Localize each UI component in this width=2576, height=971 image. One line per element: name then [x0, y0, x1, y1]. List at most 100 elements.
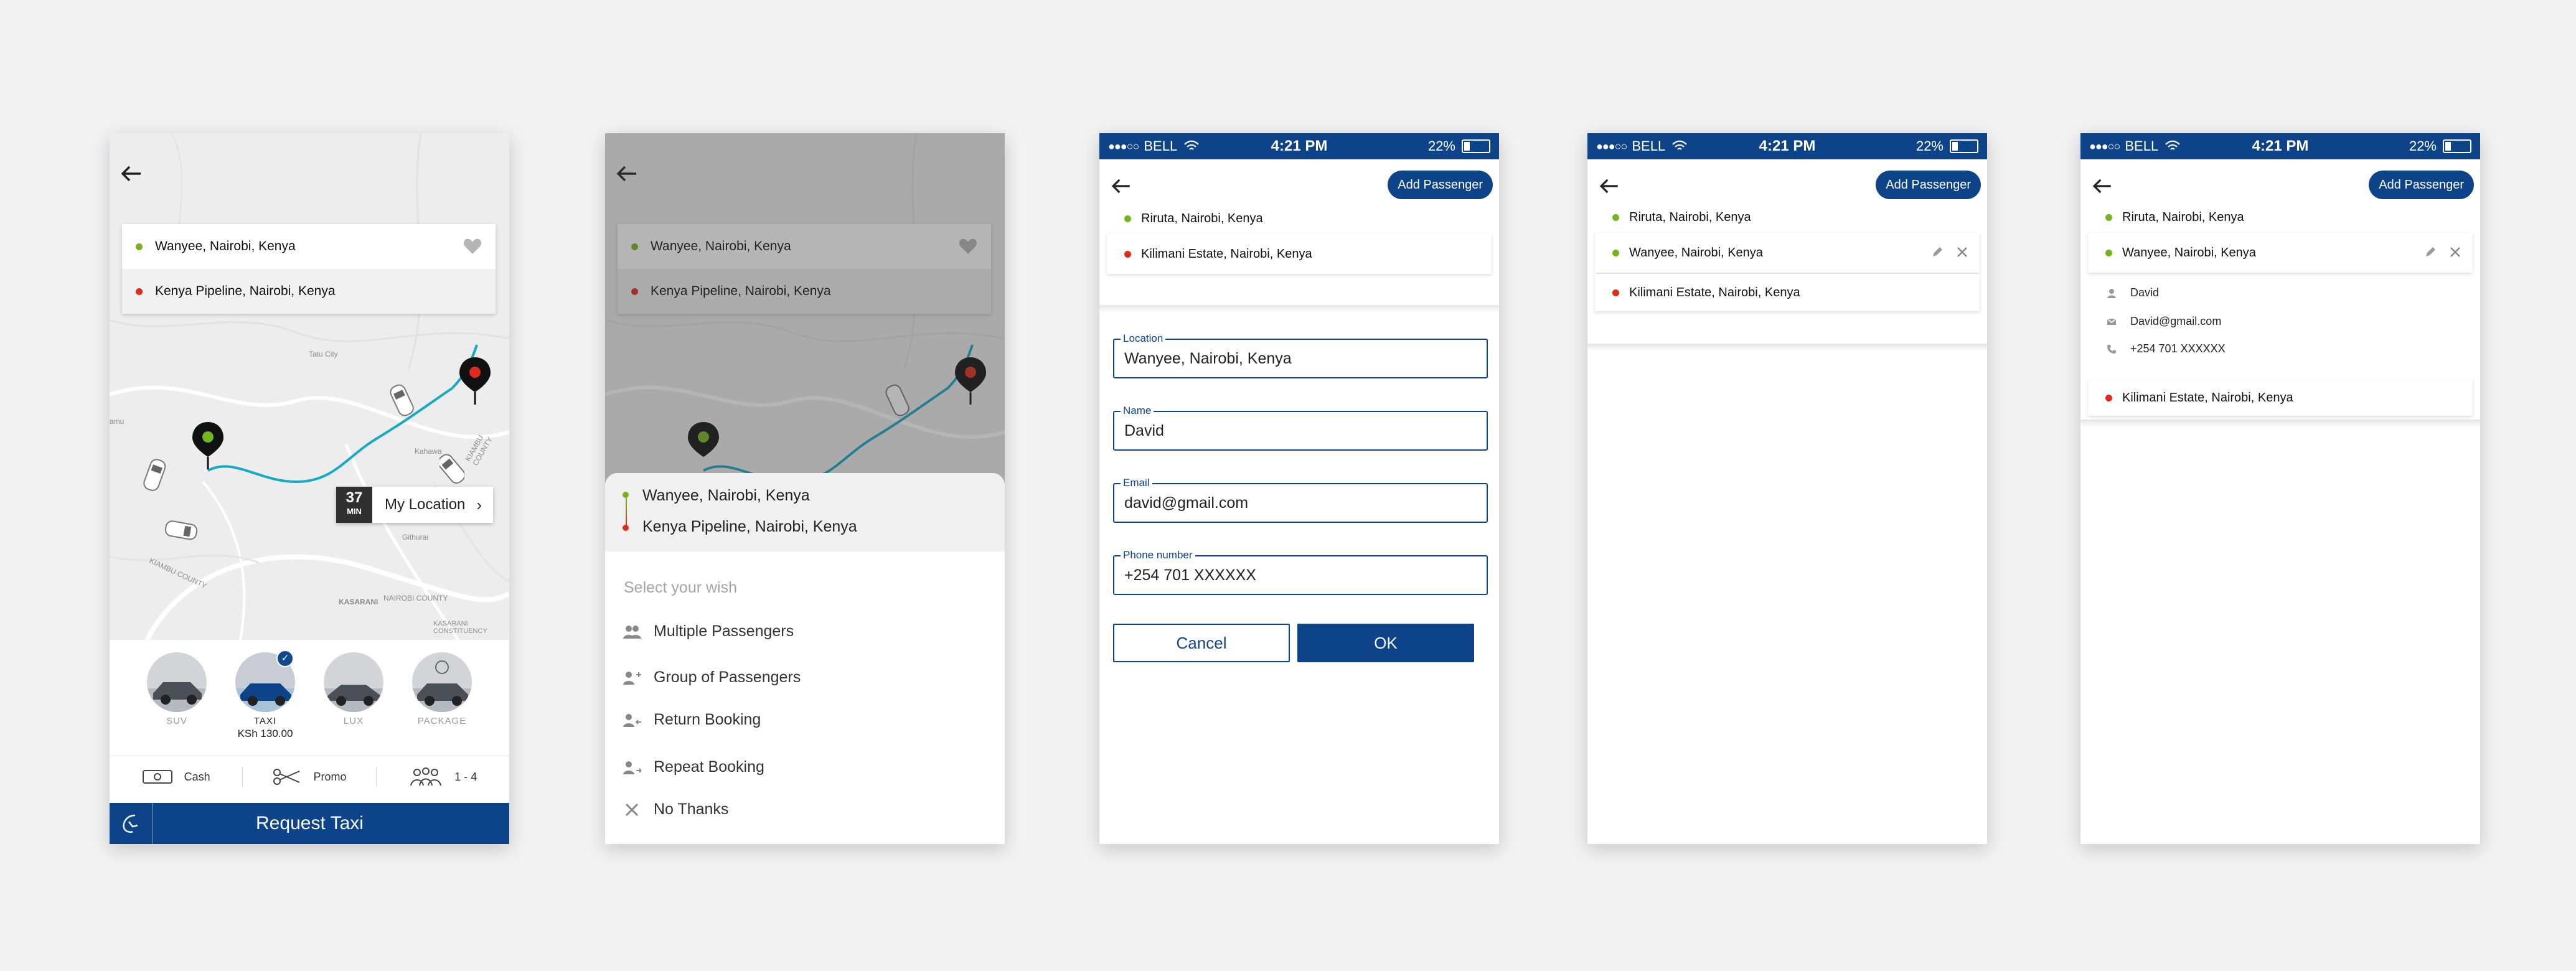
return-booking-icon — [623, 713, 641, 727]
map-label: KASARANI — [339, 598, 378, 606]
close-icon[interactable] — [1956, 243, 1968, 263]
back-arrow-icon[interactable] — [2088, 172, 2117, 200]
cash-icon — [142, 770, 172, 784]
stop-row[interactable]: Wanyee, Nairobi, Kenya — [1595, 233, 1980, 273]
repeat-booking-icon — [623, 761, 641, 774]
pickup-dot-icon — [1124, 215, 1131, 222]
sheet-pickup: Wanyee, Nairobi, Kenya — [642, 487, 810, 504]
field-label: Location — [1121, 332, 1166, 345]
wish-no-thanks[interactable]: No Thanks — [623, 800, 728, 819]
pickup-dot-icon — [1612, 249, 1619, 256]
add-passenger-button[interactable]: Add Passenger — [1876, 171, 1981, 199]
stop-address: Kilimani Estate, Nairobi, Kenya — [1629, 285, 1800, 299]
sheet-dropoff: Kenya Pipeline, Nairobi, Kenya — [642, 518, 857, 535]
ok-button[interactable]: OK — [1297, 624, 1474, 662]
email-input[interactable] — [1123, 490, 1474, 515]
battery-icon — [1462, 139, 1490, 153]
my-location-label: My Location — [385, 496, 466, 513]
wish-multiple-passengers[interactable]: Multiple Passengers — [623, 622, 794, 640]
wish-group-of-passengers[interactable]: Group of Passengers — [623, 668, 801, 687]
add-passenger-button[interactable]: Add Passenger — [1388, 171, 1493, 199]
multiple-passengers-icon — [623, 625, 641, 639]
vehicle-option-package[interactable]: PACKAGE — [411, 652, 473, 726]
status-bar: ●●●○○ BELL 4:21 PM 22% — [1587, 133, 1987, 159]
pickup-dot-icon — [2105, 249, 2112, 256]
back-arrow-icon[interactable] — [1595, 172, 1624, 200]
my-location-chip[interactable]: 37 MIN My Location › — [336, 487, 494, 523]
edit-pencil-icon[interactable] — [2424, 243, 2437, 263]
passenger-phone-row: +254 701 XXXXXX — [2107, 342, 2226, 355]
sheet-route-summary: Wanyee, Nairobi, Kenya Kenya Pipeline, N… — [605, 473, 1005, 551]
dropoff-dot-icon — [136, 288, 143, 295]
wish-repeat-booking[interactable]: Repeat Booking — [623, 758, 764, 776]
battery-percent: 22% — [2409, 138, 2437, 154]
map-label: KASARANI CONSTITUENCY — [433, 620, 487, 635]
stop-address: Wanyee, Nairobi, Kenya — [2122, 245, 2256, 260]
promo-option[interactable]: Promo — [243, 767, 375, 786]
screen-map-booking: Tatu City Kahawa KIAMBU COUNTY KIAMBU CO… — [110, 133, 509, 844]
pickup-row[interactable]: Wanyee, Nairobi, Kenya — [122, 224, 496, 269]
package-car-icon — [412, 652, 472, 712]
back-arrow-icon[interactable] — [1107, 172, 1135, 200]
cash-label: Cash — [184, 770, 210, 783]
stop-row[interactable]: Kilimani Estate, Nairobi, Kenya — [1107, 234, 1492, 274]
name-field[interactable]: Name — [1113, 405, 1488, 451]
screen-stops-list: ●●●○○ BELL 4:21 PM 22% Add Passenger Riru… — [1587, 133, 1987, 844]
map-label: amu — [110, 417, 125, 426]
stop-row[interactable]: Riruta, Nairobi, Kenya — [1107, 203, 1492, 234]
cancel-button[interactable]: Cancel — [1113, 624, 1290, 662]
email-field[interactable]: Email — [1113, 477, 1488, 523]
lux-car-icon — [324, 652, 383, 712]
vehicle-name: PACKAGE — [417, 716, 467, 726]
stop-row[interactable]: Riruta, Nairobi, Kenya — [2088, 202, 2473, 233]
vehicle-option-suv[interactable]: SUV — [146, 652, 208, 726]
seats-option[interactable]: 1 - 4 — [377, 767, 509, 787]
selected-check-icon: ✓ — [276, 650, 294, 667]
wish-label: Group of Passengers — [654, 668, 801, 686]
heart-icon[interactable] — [463, 238, 482, 255]
cash-option[interactable]: Cash — [110, 768, 242, 786]
stop-address: Riruta, Nairobi, Kenya — [2122, 210, 2244, 224]
pickup-dot-icon — [136, 243, 143, 250]
eta-unit: MIN — [347, 507, 362, 516]
add-passenger-button[interactable]: Add Passenger — [2369, 171, 2474, 199]
name-input[interactable] — [1123, 418, 1474, 443]
phone-field[interactable]: Phone number — [1113, 549, 1488, 595]
stop-row[interactable]: Kilimani Estate, Nairobi, Kenya — [2088, 380, 2473, 416]
location-field[interactable]: Location — [1113, 332, 1488, 378]
stop-address: Kilimani Estate, Nairobi, Kenya — [1141, 246, 1312, 261]
promo-scissors-icon — [273, 769, 300, 785]
battery-percent: 22% — [1916, 138, 1944, 154]
schedule-icon[interactable] — [110, 803, 153, 844]
stop-row[interactable]: Kilimani Estate, Nairobi, Kenya — [1595, 274, 1980, 311]
map-view[interactable]: Tatu City Kahawa KIAMBU COUNTY KIAMBU CO… — [110, 133, 509, 640]
add-group-icon — [623, 671, 641, 685]
request-taxi-button[interactable]: Request Taxi — [110, 803, 509, 844]
car-marker-icon — [143, 459, 166, 491]
wish-return-booking[interactable]: Return Booking — [623, 711, 761, 729]
passenger-name: David — [2130, 286, 2160, 299]
passenger-email-row: David@gmail.com — [2107, 315, 2221, 328]
close-icon[interactable] — [2449, 243, 2461, 263]
passenger-name-row: David — [2107, 286, 2159, 299]
vehicle-price: KSh 130.00 — [237, 728, 293, 739]
car-marker-icon — [164, 520, 198, 540]
back-arrow-icon[interactable] — [116, 158, 147, 189]
map-label: Githurai — [402, 533, 429, 542]
vehicle-option-lux[interactable]: LUX — [322, 652, 385, 726]
dropoff-row[interactable]: Kenya Pipeline, Nairobi, Kenya — [122, 269, 496, 314]
passenger-email: David@gmail.com — [2130, 315, 2222, 327]
location-input[interactable] — [1123, 346, 1474, 371]
battery-icon — [2443, 139, 2471, 153]
map-label: Kahawa — [415, 447, 442, 456]
screen-passenger-details: ●●●○○ BELL 4:21 PM 22% Add Passenger Riru… — [2080, 133, 2480, 844]
edit-pencil-icon[interactable] — [1931, 243, 1944, 263]
stop-row[interactable]: Riruta, Nairobi, Kenya — [1595, 202, 1980, 233]
phone-input[interactable] — [1123, 563, 1474, 588]
dropoff-dot-icon — [1124, 250, 1131, 258]
stop-address: Kilimani Estate, Nairobi, Kenya — [2122, 390, 2293, 405]
seats-label: 1 - 4 — [454, 770, 477, 783]
vehicle-option-taxi[interactable]: ✓ TAXI KSh 130.00 — [234, 650, 296, 740]
stop-row[interactable]: Wanyee, Nairobi, Kenya — [2088, 233, 2473, 273]
wish-label: Multiple Passengers — [654, 622, 794, 640]
